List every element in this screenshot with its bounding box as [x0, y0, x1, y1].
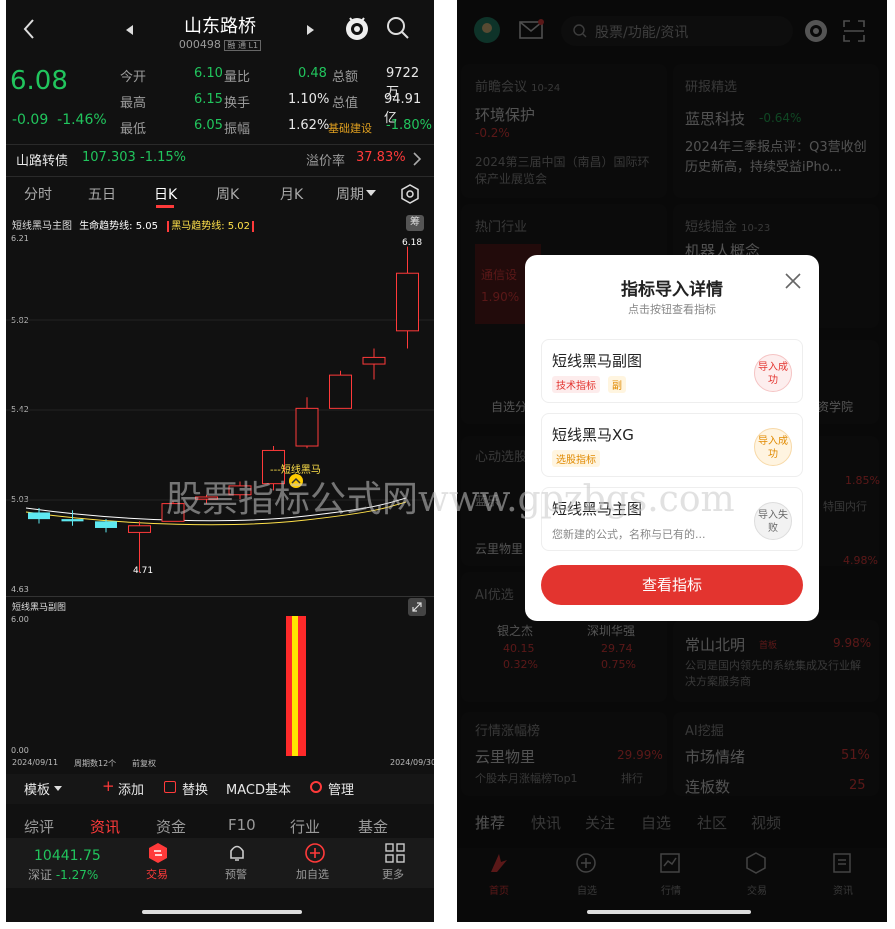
- candle-body: [28, 512, 50, 520]
- replace-icon: [164, 781, 176, 793]
- candle-body: [329, 374, 352, 409]
- tab-f10[interactable]: F10: [228, 816, 256, 834]
- candle-body: [61, 519, 84, 522]
- search-icon[interactable]: [386, 16, 410, 40]
- candlestick-chart[interactable]: [6, 232, 434, 594]
- home-indicator: [587, 910, 751, 914]
- trade-icon[interactable]: [147, 842, 169, 864]
- macd-button[interactable]: MACD基本: [226, 779, 291, 798]
- price-change: -0.09 -1.46%: [12, 112, 107, 128]
- import-status-button[interactable]: 导入成功: [754, 354, 792, 392]
- candle-body: [161, 503, 185, 522]
- more-label[interactable]: 更多: [382, 866, 404, 882]
- bell-icon[interactable]: [226, 842, 248, 864]
- tab-fund[interactable]: 基金: [358, 816, 388, 837]
- chevron-right-icon: [413, 152, 422, 166]
- robot-assistant-icon[interactable]: [344, 14, 370, 42]
- plus-icon: +: [102, 777, 115, 795]
- dialog-subtitle: 点击按钮查看指标: [628, 303, 716, 316]
- tab-capital[interactable]: 资金: [156, 816, 186, 837]
- tab-monthly[interactable]: 月K: [280, 184, 303, 204]
- indicator-name: 短线黑马XG: [552, 426, 634, 444]
- close-icon[interactable]: [785, 273, 801, 289]
- add-indicator-button[interactable]: 添加: [118, 779, 144, 798]
- life-trend-line: [25, 497, 407, 522]
- candle-body: [396, 272, 419, 332]
- candle-body: [228, 485, 252, 496]
- candle-body: [195, 496, 218, 500]
- subchart-bar: [298, 616, 306, 756]
- indicator-name: 短线黑马主图: [552, 500, 643, 518]
- divider: [6, 144, 434, 145]
- alert-label[interactable]: 预警: [225, 866, 247, 882]
- indicator-item[interactable]: 短线黑马主图 您新建的公式，名称与已有的... 导入失败: [541, 487, 803, 551]
- high-annotation: 6.18: [402, 238, 423, 248]
- left-phone-screen: 山东路桥 000498 融 通 L1 6.08 -0.09 -1.46% 今开 …: [6, 0, 434, 922]
- grid-more-icon[interactable]: [384, 842, 406, 864]
- tab-5day[interactable]: 五日: [88, 184, 116, 204]
- right-phone-screen: 股票/功能/资讯 前瞻会议 10-24 环境保护 -0.2% 2024第三届中国…: [457, 0, 887, 922]
- indicator-legend[interactable]: 短线黑马主图 生命趋势线: 5.05 黑马趋势线: 5.02: [12, 217, 412, 232]
- indicator-type-tag: 选股指标: [552, 450, 600, 467]
- candle-body: [295, 407, 319, 447]
- tab-period[interactable]: 周期: [336, 184, 364, 204]
- next-stock-icon[interactable]: [306, 24, 316, 36]
- tab-weekly[interactable]: 周K: [216, 184, 239, 204]
- period-tabs: 分时 五日 日K 周K 月K 周期: [6, 184, 434, 210]
- indicator-type-tag: 技术指标: [552, 376, 600, 393]
- date-axis: 2024/09/11 周期数12个 前复权 2024/09/30: [12, 758, 434, 768]
- view-indicator-button[interactable]: 查看指标: [541, 565, 803, 605]
- import-status-button[interactable]: 导入失败: [754, 502, 792, 540]
- candle-body: [95, 521, 117, 528]
- candle-body: [362, 356, 386, 365]
- tab-intraday[interactable]: 分时: [24, 184, 52, 204]
- low-annotation: 4.71: [133, 566, 154, 576]
- template-button[interactable]: 模板: [24, 779, 50, 798]
- candle-body: [128, 525, 151, 533]
- indicator-import-dialog: 指标导入详情 点击按钮查看指标 短线黑马副图 技术指标 副 导入成功 短线黑马X…: [525, 255, 819, 621]
- quote-grid: 今开 6.10 量比 0.48 总额 9722万 最高 6.15 换手 1.10…: [120, 66, 432, 138]
- manage-icon: [310, 781, 322, 793]
- quote-row: 今开 6.10 量比 0.48 总额 9722万: [120, 66, 420, 100]
- divider: [6, 176, 434, 177]
- quote-row: 最低 6.05 振幅 1.62% 基础建设 -1.80%: [120, 118, 432, 137]
- index-value[interactable]: 10441.75: [34, 848, 101, 864]
- chip-button[interactable]: 筹: [406, 215, 424, 231]
- home-indicator: [142, 910, 302, 914]
- tab-overview[interactable]: 综评: [24, 816, 54, 837]
- settings-icon[interactable]: [400, 184, 420, 204]
- indicator-item[interactable]: 短线黑马副图 技术指标 副 导入成功: [541, 339, 803, 403]
- indicator-item[interactable]: 短线黑马XG 选股指标 导入成功: [541, 413, 803, 477]
- subchart-axis-label: 0.00: [11, 746, 29, 755]
- import-status-button[interactable]: 导入成功: [754, 428, 792, 466]
- manage-button[interactable]: 管理: [328, 779, 354, 798]
- dialog-title: 指标导入详情: [621, 280, 723, 300]
- index-change: 深证 -1.27%: [28, 868, 99, 882]
- divider: [6, 596, 434, 597]
- bottom-nav: 10441.75 深证 -1.27% 交易 预警 加自选 更多: [6, 838, 434, 888]
- caret-down-icon: [366, 190, 376, 196]
- replace-button[interactable]: 替换: [182, 779, 208, 798]
- caret-down-icon: [54, 786, 62, 791]
- chart-toolbar: 模板 + 添加 替换 MACD基本 管理: [6, 774, 434, 804]
- subchart-title: 短线黑马副图: [12, 603, 67, 613]
- add-watchlist-icon[interactable]: [304, 842, 326, 864]
- signal-up-icon: [289, 474, 303, 488]
- tab-news[interactable]: 资讯: [90, 816, 120, 837]
- tab-industry[interactable]: 行业: [290, 816, 320, 837]
- convertible-bond-row[interactable]: 山路转债 107.303 -1.15% 溢价率 37.83%: [16, 150, 426, 170]
- indicator-name: 短线黑马副图: [552, 352, 643, 370]
- expand-icon[interactable]: [408, 598, 426, 616]
- trade-label[interactable]: 交易: [146, 866, 168, 882]
- sector-link[interactable]: 基础建设: [328, 120, 372, 136]
- indicator-sub-tag: 副: [608, 376, 626, 393]
- add-watchlist-label[interactable]: 加自选: [296, 866, 329, 882]
- active-tab-underline: [156, 205, 174, 208]
- tab-daily[interactable]: 日K: [154, 184, 177, 204]
- subchart-axis-label: 6.00: [11, 615, 29, 624]
- current-price: 6.08: [10, 66, 68, 96]
- indicator-error-desc: 您新建的公式，名称与已有的...: [552, 528, 706, 541]
- quote-row: 最高 6.15 换手 1.10% 总值 94.91亿: [120, 92, 422, 126]
